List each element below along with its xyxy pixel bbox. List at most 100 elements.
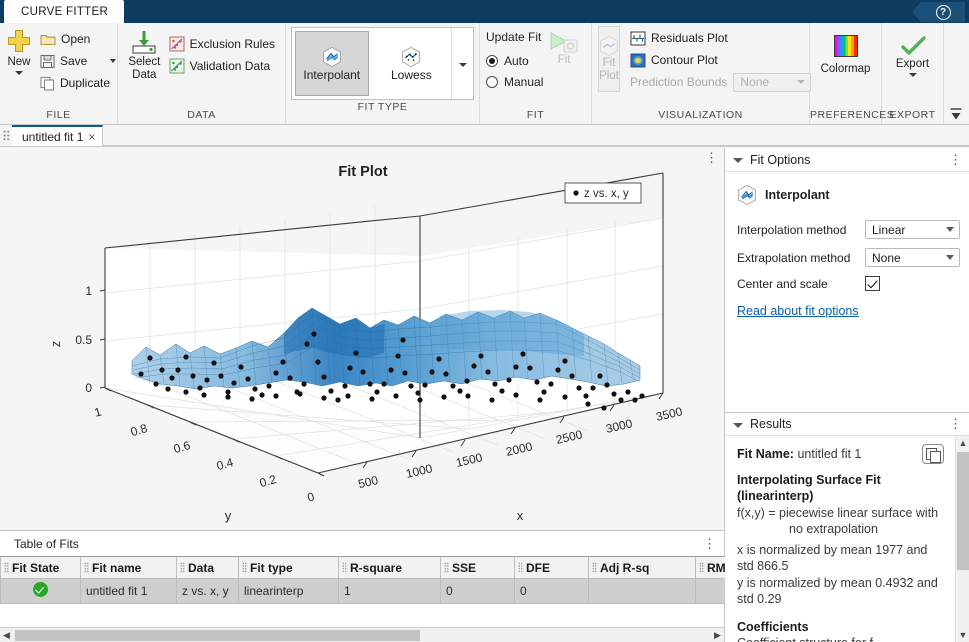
help-button[interactable]: ? [912,2,965,22]
validation-data-button[interactable]: Validation Data [165,55,279,77]
results-menu-button[interactable]: ⋮ [949,416,962,432]
fit-type-lowess[interactable]: Lowess [372,28,452,99]
column-grip-icon[interactable] [444,561,449,573]
scroll-track[interactable] [13,629,711,642]
export-button[interactable]: Export [888,33,937,77]
column-header-adj-r-sq[interactable]: Adj R-sq [588,556,696,579]
fit-options-panel-header: Fit Options ⋮ [725,148,969,172]
column-grip-icon[interactable] [84,561,89,573]
table-of-fits-panel: Table of Fits ⋮ Fit State Fit name Data … [0,530,756,642]
select-data-button[interactable]: Select Data [124,27,165,82]
plot-legend[interactable]: z vs. x, y [564,182,642,204]
plot-panel-menu-button[interactable]: ⋮ [705,150,718,166]
exclusion-rules-button[interactable]: Exclusion Rules [165,33,279,55]
save-button[interactable]: Save [36,50,120,72]
fit-mode-auto-radio[interactable]: Auto [486,50,543,71]
tab-overflow-handle[interactable] [0,125,12,146]
column-grip-icon[interactable] [180,561,185,573]
ribbon-group-fit-type: Interpolant Lowess FIT TYPE [286,23,480,124]
results-fit-name-label: Fit Name: [737,447,794,461]
exclusion-rules-label: Exclusion Rules [189,37,275,51]
scroll-down-icon[interactable]: ▼ [959,628,968,642]
results-equation-line-2: no extrapolation [789,522,878,536]
fit-options-panel-title: Fit Options [750,152,811,167]
z-tick-0.5: 0.5 [75,333,92,347]
column-grip-icon[interactable] [242,561,247,573]
column-grip-icon[interactable] [342,561,347,573]
interpolant-icon [323,46,341,67]
colormap-button[interactable]: Colormap [816,33,875,75]
save-icon [40,54,55,68]
validation-data-label: Validation Data [189,59,271,73]
export-dropdown-icon[interactable] [908,73,917,77]
column-grip-icon[interactable] [699,561,704,573]
table-row[interactable]: untitled fit 1 z vs. x, y linearinterp 1… [0,578,756,604]
scroll-thumb[interactable] [957,452,969,570]
fit-mode-manual-radio[interactable]: Manual [486,71,543,92]
open-button[interactable]: Open [36,28,120,50]
duplicate-button[interactable]: Duplicate [36,72,120,94]
scroll-thumb[interactable] [15,629,420,641]
fit-type-interpolant[interactable]: Interpolant [295,31,369,96]
extrapolation-method-select[interactable]: None [865,248,960,267]
fit-type-more-button[interactable] [451,28,473,99]
residuals-plot-icon [630,30,646,46]
collapse-triangle-icon[interactable] [733,158,743,163]
export-check-icon [900,36,926,55]
column-grip-icon[interactable] [518,561,523,573]
table-of-fits-header: Table of Fits ⋮ [0,531,724,556]
scroll-up-icon[interactable]: ▲ [959,436,968,450]
ribbon-group-data-label: DATA [187,109,216,121]
scroll-right-icon[interactable]: ▶ [711,630,724,641]
fit-options-menu-button[interactable]: ⋮ [949,152,962,168]
left-column: ⋮ Fit Plot 1 0.5 0 z 1 0.8 0.6 0.4 0.2 0… [0,148,756,642]
fit-options-fit-name-row: Interpolant [737,184,960,206]
right-column: Fit Options ⋮ Interpolant Interpolation … [725,148,969,642]
results-panel-title: Results [750,417,792,431]
column-header-dfe[interactable]: DFE [514,556,589,579]
collapse-ribbon-icon [950,108,962,120]
table-horizontal-scrollbar[interactable]: ◀ ▶ [0,627,724,642]
column-header-fit-state[interactable]: Fit State [0,556,81,579]
results-heading-coefficients: Coefficients [737,619,809,634]
column-grip-icon[interactable] [592,561,597,573]
center-and-scale-label: Center and scale [737,276,828,291]
contour-plot-button[interactable]: Contour Plot [626,49,815,71]
save-dropdown-icon[interactable] [110,59,117,63]
interpolation-method-select[interactable]: Linear [865,220,960,239]
new-button[interactable]: New [6,27,32,75]
fit-plot-label-2: Plot [599,70,619,82]
app-tab-curve-fitter[interactable]: CURVE FITTER [4,0,125,23]
scroll-track[interactable] [956,450,969,628]
copy-results-button[interactable] [922,444,944,464]
column-header-sse[interactable]: SSE [440,556,515,579]
cell-fit-type: linearinterp [238,578,339,604]
x-axis-label: x [517,508,524,523]
collapse-ribbon-button[interactable] [944,23,969,124]
scroll-left-icon[interactable]: ◀ [0,630,13,641]
residuals-plot-button[interactable]: Residuals Plot [626,27,815,49]
chevron-down-icon [792,74,810,91]
document-tab-strip: untitled fit 1 × [0,125,969,147]
table-of-fits-menu-button[interactable]: ⋮ [703,536,716,552]
results-vertical-scrollbar[interactable]: ▲ ▼ [955,436,969,642]
column-header-fit-name[interactable]: Fit name [80,556,177,579]
results-panel: Fit Name: untitled fit 1 Interpolating S… [725,436,969,642]
document-tab-label: untitled fit 1 [22,129,84,144]
center-and-scale-checkbox[interactable] [865,276,880,291]
document-tab-untitled-fit-1[interactable]: untitled fit 1 × [12,125,104,146]
prediction-bounds-select[interactable]: None [733,72,812,92]
results-heading-interpolating-surface-fit: Interpolating Surface Fit (linearinterp) [737,472,881,504]
column-header-r-square[interactable]: R-square [338,556,441,579]
fit-plot-svg[interactable]: Fit Plot 1 0.5 0 z 1 0.8 0.6 0.4 0.2 0 y… [0,148,724,530]
column-grip-icon[interactable] [4,561,9,573]
new-dropdown-icon[interactable] [15,71,23,75]
app-tab-label: CURVE FITTER [21,5,109,18]
column-header-fit-type[interactable]: Fit type [238,556,339,579]
close-icon[interactable]: × [88,130,95,144]
ribbon-group-visualization: Fit Plot Residuals Plot Contour Plot Pre… [592,23,812,124]
read-about-fit-options-link[interactable]: Read about fit options [737,304,859,318]
column-header-data[interactable]: Data [176,556,239,579]
collapse-triangle-icon[interactable] [733,422,743,428]
fit-mode-auto-label: Auto [504,53,529,68]
